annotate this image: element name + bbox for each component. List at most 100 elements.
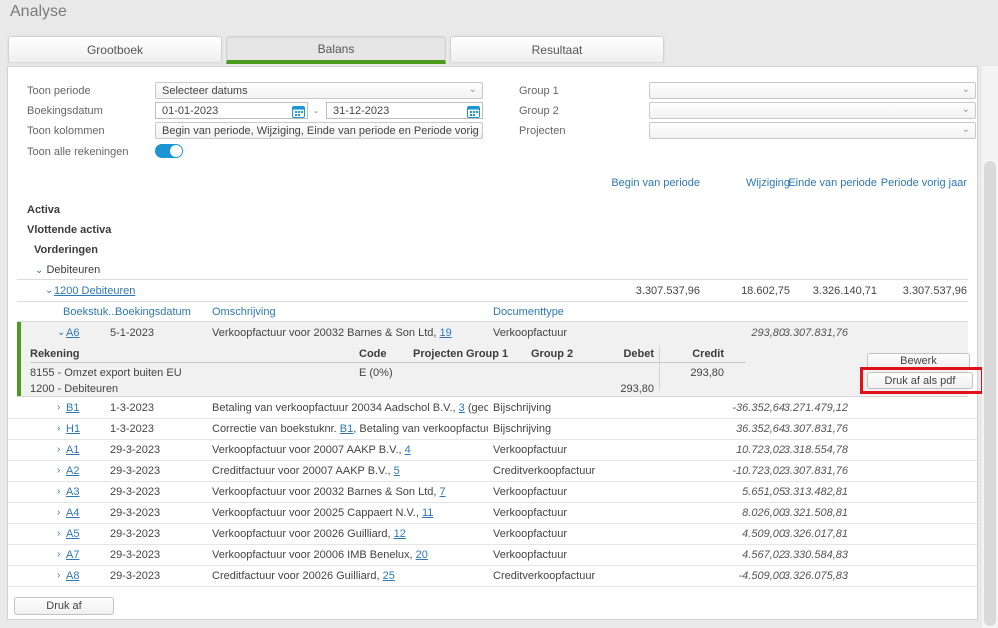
entry-code-link[interactable]: A2 bbox=[66, 461, 79, 481]
chevron-right-icon[interactable]: › bbox=[57, 545, 60, 565]
druk-af-button[interactable]: Druk af bbox=[14, 597, 114, 615]
tree-item-activa: Activa bbox=[27, 204, 60, 216]
entry-ref-link[interactable]: 4 bbox=[405, 444, 411, 456]
chevron-right-icon[interactable]: › bbox=[57, 503, 60, 523]
entry-ref-link[interactable]: 5 bbox=[394, 465, 400, 477]
entry-ref-link[interactable]: 20 bbox=[416, 549, 428, 561]
table-row[interactable]: › A3 29-3-2023 Verkoopfactuur voor 20032… bbox=[8, 482, 977, 503]
table-row[interactable]: › A8 29-3-2023 Creditfactuur voor 20026 … bbox=[8, 566, 977, 587]
divider bbox=[17, 301, 968, 302]
table-row[interactable]: › B1 1-3-2023 Betaling van verkoopfactuu… bbox=[8, 398, 977, 419]
group1-select[interactable]: ⌄ bbox=[649, 82, 976, 99]
detail-row-credit-value: 293,80 bbox=[690, 367, 724, 379]
toon-periode-value: Selecteer datums bbox=[162, 85, 248, 97]
entry-ref-link[interactable]: 19 bbox=[439, 327, 451, 339]
toon-periode-select[interactable]: Selecteer datums ⌄ bbox=[155, 82, 483, 99]
entry-desc-text: Creditfactuur voor 20007 AAKP B.V., bbox=[212, 465, 394, 477]
tab-resultaat[interactable]: Resultaat bbox=[450, 36, 664, 62]
entry-desc-text: Verkoopfactuur voor 20026 Guilliard, bbox=[212, 528, 394, 540]
balans-panel: Toon periode Boekingsdatum Toon kolommen… bbox=[7, 66, 978, 620]
entry-doctype: Creditverkoopfactuur bbox=[493, 461, 595, 481]
entry-desc-text: Verkoopfactuur voor 20032 Barnes & Son L… bbox=[212, 327, 439, 339]
entry-code-link[interactable]: A4 bbox=[66, 503, 79, 523]
column-header-wijziging[interactable]: Wijziging bbox=[746, 177, 790, 189]
toon-alle-rekeningen-toggle[interactable] bbox=[155, 144, 183, 158]
entry-code-link[interactable]: A1 bbox=[66, 440, 79, 460]
entry-code-link[interactable]: A5 bbox=[66, 524, 79, 544]
expanded-entry-block: ⌄ A6 5-1-2023 Verkoopfactuur voor 20032 … bbox=[17, 321, 968, 397]
toon-alle-rekeningen-label: Toon alle rekeningen bbox=[27, 146, 129, 158]
column-header-periode-vorig-jaar[interactable]: Periode vorig jaar bbox=[881, 177, 967, 189]
account-begin-value: 3.307.537,96 bbox=[636, 285, 700, 297]
entry-balance-value: 3.326.017,81 bbox=[784, 524, 848, 544]
druk-af-als-pdf-button[interactable]: Druk af als pdf bbox=[867, 372, 973, 389]
table-row[interactable]: › H1 1-3-2023 Correctie van boekstuknr. … bbox=[8, 419, 977, 440]
table-row[interactable]: › A1 29-3-2023 Verkoopfactuur voor 20007… bbox=[8, 440, 977, 461]
tab-grootboek[interactable]: Grootboek bbox=[8, 36, 222, 62]
entry-date: 29-3-2023 bbox=[110, 545, 160, 565]
chevron-right-icon[interactable]: › bbox=[57, 566, 60, 586]
account-vorig-jaar-value: 3.307.537,96 bbox=[903, 285, 967, 297]
date-from-input[interactable]: 01-01-2023 bbox=[155, 102, 308, 119]
chevron-expanded-icon[interactable]: ⌄ bbox=[35, 265, 43, 276]
entry-ref-link[interactable]: 7 bbox=[439, 486, 445, 498]
table-row[interactable]: › A4 29-3-2023 Verkoopfactuur voor 20025… bbox=[8, 503, 977, 524]
calendar-icon[interactable] bbox=[467, 105, 480, 118]
tab-resultaat-label: Resultaat bbox=[532, 43, 583, 57]
entry-ref-link[interactable]: 25 bbox=[383, 570, 395, 582]
projecten-select[interactable]: ⌄ bbox=[649, 122, 976, 139]
entry-date: 29-3-2023 bbox=[110, 482, 160, 502]
column-header-begin-van-periode[interactable]: Begin van periode bbox=[611, 177, 700, 189]
chevron-expanded-icon[interactable]: ⌄ bbox=[57, 327, 65, 338]
tab-balans[interactable]: Balans bbox=[226, 36, 446, 64]
table-row[interactable]: › A7 29-3-2023 Verkoopfactuur voor 20006… bbox=[8, 545, 977, 566]
entry-date: 1-3-2023 bbox=[110, 419, 154, 439]
subtable-header-boekingsdatum[interactable]: Boekingsdatum bbox=[115, 306, 191, 318]
entry-code-link[interactable]: A3 bbox=[66, 482, 79, 502]
chevron-right-icon[interactable]: › bbox=[57, 482, 60, 502]
toon-kolommen-select[interactable]: Begin van periode, Wijziging, Einde van … bbox=[155, 122, 483, 139]
page-title: Analyse bbox=[10, 3, 67, 21]
entry-code-link[interactable]: A6 bbox=[66, 327, 79, 339]
entry-balance-value: 3.271.479,12 bbox=[784, 398, 848, 418]
entry-doctype: Verkoopfactuur bbox=[493, 524, 567, 544]
group2-select[interactable]: ⌄ bbox=[649, 102, 976, 119]
column-header-einde-van-periode[interactable]: Einde van periode bbox=[788, 177, 877, 189]
entry-change-value: 293,80 bbox=[751, 327, 785, 339]
chevron-right-icon[interactable]: › bbox=[57, 419, 60, 439]
tree-item-debiteuren-label: Debiteuren bbox=[46, 264, 100, 276]
detail-row-rekening: 8155 - Omzet export buiten EU bbox=[30, 367, 182, 379]
entry-ref-link[interactable]: 12 bbox=[394, 528, 406, 540]
subtable-header-boekstuk[interactable]: Boekstuk... bbox=[63, 306, 117, 318]
tree-item-debiteuren[interactable]: ⌄ Debiteuren bbox=[35, 264, 100, 276]
entry-doctype: Bijschrijving bbox=[493, 419, 551, 439]
chevron-right-icon[interactable]: › bbox=[57, 524, 60, 544]
entry-balance-value: 3.326.075,83 bbox=[784, 566, 848, 586]
subtable-header-documenttype[interactable]: Documenttype bbox=[493, 306, 564, 318]
entry-code-link[interactable]: B1 bbox=[66, 398, 79, 418]
entry-ref-link[interactable]: B1 bbox=[340, 423, 353, 435]
date-to-input[interactable]: 31-12-2023 bbox=[326, 102, 483, 119]
entry-doctype: Creditverkoopfactuur bbox=[493, 566, 595, 586]
entry-code-link[interactable]: H1 bbox=[66, 419, 80, 439]
table-row[interactable]: › A5 29-3-2023 Verkoopfactuur voor 20026… bbox=[8, 524, 977, 545]
chevron-right-icon[interactable]: › bbox=[57, 398, 60, 418]
account-link-1200-debiteuren[interactable]: 1200 Debiteuren bbox=[54, 285, 135, 297]
detail-header-group2: Group 2 bbox=[531, 348, 573, 360]
entry-ref-link[interactable]: 11 bbox=[422, 507, 433, 519]
chevron-right-icon[interactable]: › bbox=[57, 440, 60, 460]
table-row[interactable]: › A2 29-3-2023 Creditfactuur voor 20007 … bbox=[8, 461, 977, 482]
scrollbar-thumb[interactable] bbox=[984, 161, 996, 626]
entry-code-link[interactable]: A8 bbox=[66, 566, 79, 586]
detail-row-debet-value: 293,80 bbox=[620, 383, 654, 395]
entry-code-link[interactable]: A7 bbox=[66, 545, 79, 565]
chevron-down-icon: ⌄ bbox=[962, 124, 970, 135]
scrollbar-track[interactable] bbox=[982, 66, 998, 628]
tree-item-vorderingen: Vorderingen bbox=[34, 244, 98, 256]
calendar-icon[interactable] bbox=[292, 105, 305, 118]
chevron-expanded-icon[interactable]: ⌄ bbox=[45, 285, 53, 296]
chevron-right-icon[interactable]: › bbox=[57, 461, 60, 481]
entry-balance-value: 3.307.831,76 bbox=[784, 419, 848, 439]
entry-change-value: -36.352,64 bbox=[732, 398, 785, 418]
subtable-header-omschrijving[interactable]: Omschrijving bbox=[212, 306, 276, 318]
